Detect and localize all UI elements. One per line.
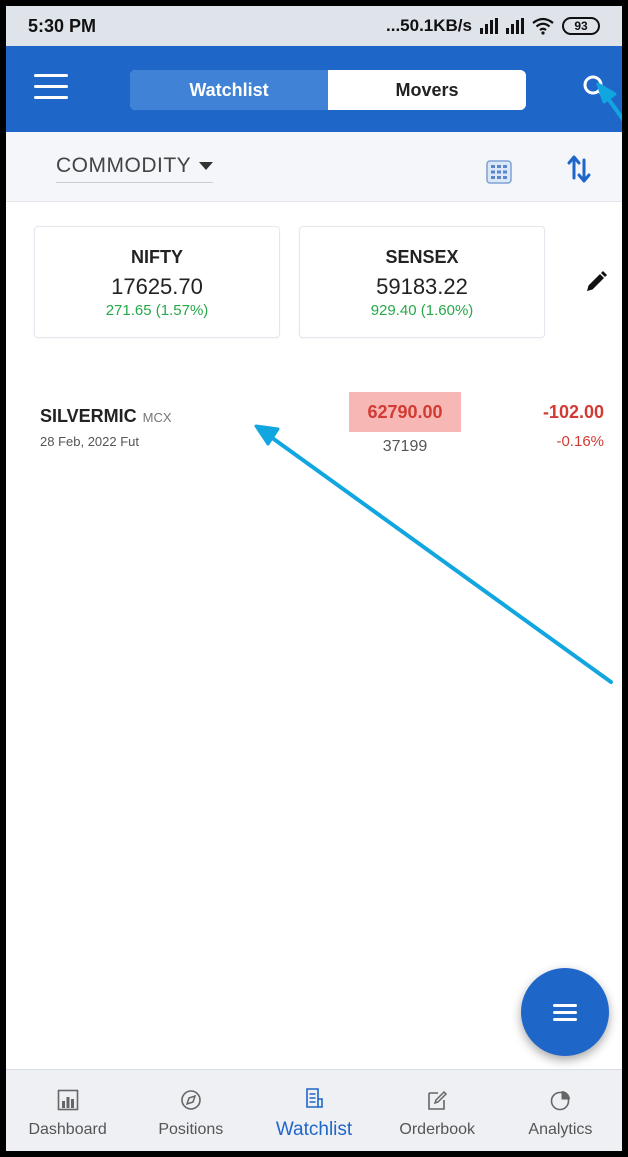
index-change: 271.65 (1.57%) xyxy=(105,302,209,319)
nav-watchlist[interactable]: Watchlist xyxy=(252,1070,375,1151)
hamburger-menu-icon[interactable] xyxy=(34,74,68,100)
index-value: 59183.22 xyxy=(376,274,468,299)
tab-watchlist[interactable]: Watchlist xyxy=(130,70,328,110)
nav-orderbook[interactable]: Orderbook xyxy=(376,1070,499,1151)
nav-analytics[interactable]: Analytics xyxy=(499,1070,622,1151)
wifi-icon xyxy=(532,17,554,35)
signal-icon xyxy=(506,18,524,34)
search-icon[interactable] xyxy=(582,74,610,102)
index-name: NIFTY xyxy=(131,247,183,267)
status-bar: 5:30 PM ...50.1KB/s 93 xyxy=(6,6,622,46)
bottom-nav: Dashboard Positions Watchlist Orderbook … xyxy=(6,1069,622,1151)
nav-label: Watchlist xyxy=(275,1118,353,1140)
pie-chart-icon xyxy=(551,1090,571,1110)
expiry-label: 28 Feb, 2022 Fut xyxy=(40,434,140,449)
index-change: 929.40 (1.60%) xyxy=(370,302,474,319)
nav-label: Analytics xyxy=(528,1120,593,1138)
grid-view-icon[interactable] xyxy=(486,160,512,184)
nav-label: Dashboard xyxy=(28,1120,107,1138)
list-icon xyxy=(306,1087,323,1108)
volte-signal-icon xyxy=(480,18,498,34)
exchange-label: MCX xyxy=(142,410,172,425)
sort-icon[interactable] xyxy=(566,154,592,184)
compass-icon xyxy=(180,1089,201,1110)
price-change-percent: -0.16% xyxy=(556,433,604,450)
pencil-edit-icon[interactable] xyxy=(584,270,608,294)
watchlist-row[interactable]: SILVERMIC MCX 28 Feb, 2022 Fut 62790.00 3… xyxy=(6,386,622,466)
price-change: -102.00 xyxy=(542,402,604,422)
battery-icon: 93 xyxy=(562,17,600,35)
index-card-nifty[interactable]: NIFTY 17625.70 271.65 (1.57%) xyxy=(34,226,280,338)
volume: 37199 xyxy=(382,438,428,455)
view-toggle: Watchlist Movers xyxy=(130,70,526,110)
network-speed: ...50.1KB/s xyxy=(386,16,472,35)
dashboard-icon xyxy=(57,1089,78,1110)
index-card-sensex[interactable]: SENSEX 59183.22 929.40 (1.60%) xyxy=(299,226,545,338)
index-value: 17625.70 xyxy=(111,274,203,299)
caret-down-icon xyxy=(199,162,214,171)
edit-note-icon xyxy=(428,1090,448,1110)
last-price: 62790.00 xyxy=(349,392,461,432)
nav-label: Positions xyxy=(158,1120,224,1138)
status-indicators: ...50.1KB/s 93 xyxy=(386,16,600,36)
segment-dropdown[interactable]: COMMODITY xyxy=(56,154,214,183)
status-time: 5:30 PM xyxy=(28,15,97,36)
app-bar: Watchlist Movers xyxy=(6,46,622,132)
tab-movers[interactable]: Movers xyxy=(328,70,526,110)
instrument-symbol-group: SILVERMIC MCX xyxy=(40,406,172,427)
nav-label: Orderbook xyxy=(399,1120,475,1138)
filter-bar: COMMODITY xyxy=(6,132,622,202)
fab-menu-button[interactable] xyxy=(521,968,609,1056)
phone-screen: 5:30 PM ...50.1KB/s 93 Watchlist Movers xyxy=(0,0,628,1157)
segment-label: COMMODITY xyxy=(56,154,192,177)
nav-dashboard[interactable]: Dashboard xyxy=(6,1070,129,1151)
instrument-symbol: SILVERMIC xyxy=(40,406,137,426)
index-name: SENSEX xyxy=(385,247,459,267)
nav-positions[interactable]: Positions xyxy=(129,1070,252,1151)
